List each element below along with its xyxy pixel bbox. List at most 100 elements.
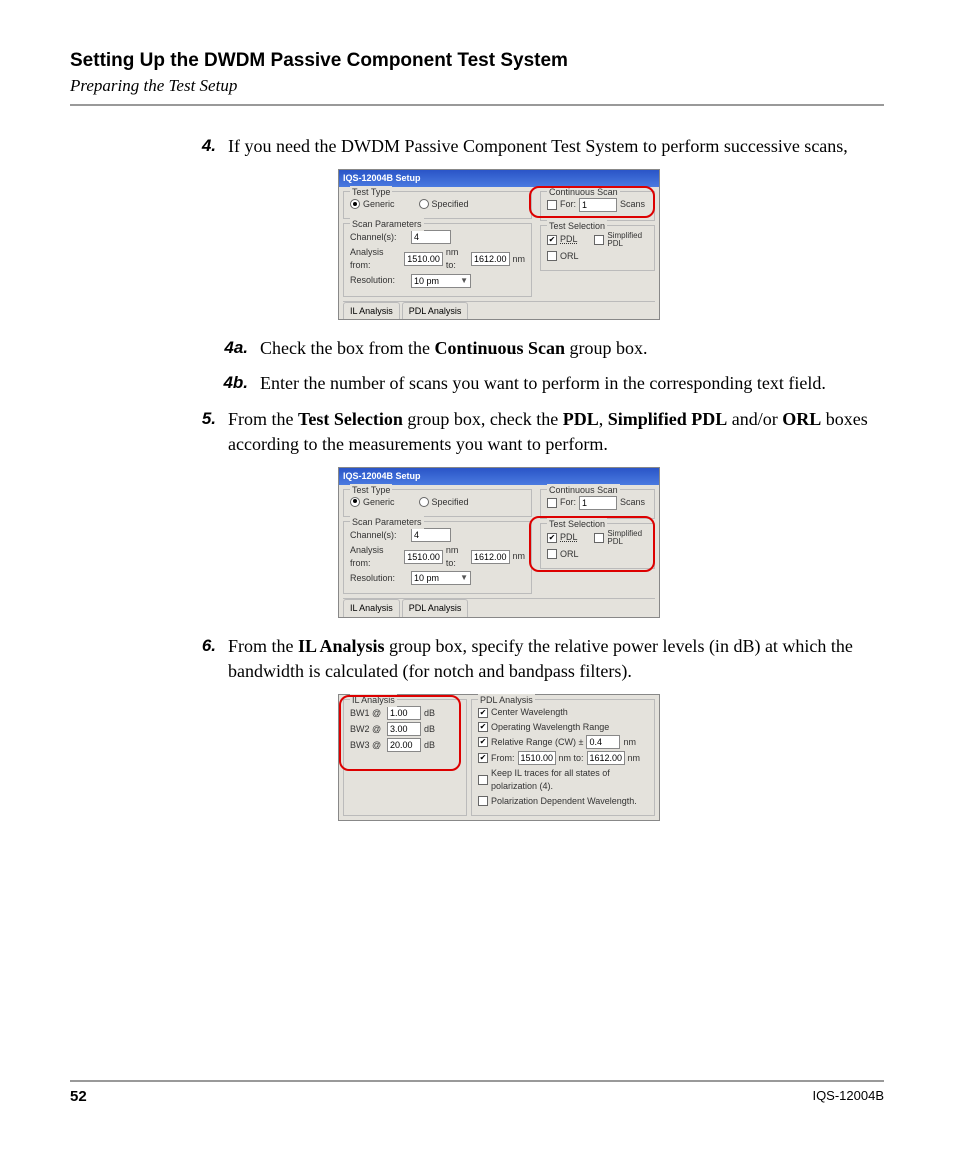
step-5: 5. From the Test Selection group box, ch… [180, 407, 884, 457]
scans-input[interactable]: 1 [579, 496, 617, 510]
group-label: Test Selection [547, 518, 607, 531]
unit-label: nm [628, 752, 641, 765]
bold-text: Test Selection [298, 409, 403, 429]
orl-checkbox[interactable] [547, 251, 557, 261]
bold-text: Continuous Scan [434, 338, 565, 358]
relative-range-input[interactable]: 0.4 [586, 735, 620, 749]
scans-input[interactable]: 1 [579, 198, 617, 212]
setup-window: IQS-12004B Setup Test Type Generic Speci… [338, 467, 660, 618]
for-checkbox[interactable] [547, 498, 557, 508]
radio-label: Generic [363, 496, 395, 509]
resolution-select[interactable]: 10 pm ▼ [411, 571, 471, 585]
page: Setting Up the DWDM Passive Component Te… [0, 0, 954, 1159]
radio-label: Generic [363, 198, 395, 211]
step-6: 6. From the IL Analysis group box, speci… [180, 634, 884, 684]
analysis-tabs: IL Analysis PDL Analysis [343, 598, 655, 617]
center-wavelength-checkbox[interactable] [478, 708, 488, 718]
section-subtitle: Preparing the Test Setup [70, 76, 884, 96]
checkbox-label: Polarization Dependent Wavelength. [491, 795, 637, 808]
checkbox-label: Simplified PDL [607, 232, 648, 248]
continuous-scan-group: Continuous Scan For: 1 Scans [540, 191, 655, 221]
simplified-pdl-checkbox[interactable] [594, 533, 604, 543]
tab-il[interactable]: IL Analysis [343, 599, 400, 617]
tab-pdl[interactable]: PDL Analysis [402, 599, 469, 617]
step-body: If you need the DWDM Passive Component T… [228, 134, 884, 159]
unit-label: nm [513, 550, 526, 563]
from-input[interactable]: 1510.00 [404, 550, 443, 564]
radio-generic[interactable] [350, 199, 360, 209]
pdl-checkbox[interactable] [547, 533, 557, 543]
unit-label: Scans [620, 496, 645, 509]
orl-checkbox[interactable] [547, 549, 557, 559]
channels-input[interactable]: 4 [411, 528, 451, 542]
pdw-checkbox[interactable] [478, 796, 488, 806]
channels-input[interactable]: 4 [411, 230, 451, 244]
text: group box, check the [403, 409, 563, 429]
continuous-scan-group: Continuous Scan For: 1 Scans [540, 489, 655, 519]
checkbox-label: PDL [560, 531, 578, 544]
radio-specified[interactable] [419, 497, 429, 507]
model-number: IQS-12004B [812, 1088, 884, 1105]
checkbox-label: ORL [560, 548, 579, 561]
from-input[interactable]: 1510.00 [518, 751, 556, 765]
bw3-input[interactable]: 20.00 [387, 738, 421, 752]
to-input[interactable]: 1612.00 [587, 751, 625, 765]
tab-pdl[interactable]: PDL Analysis [402, 302, 469, 320]
pdl-checkbox[interactable] [547, 235, 557, 245]
checkbox-label: Simplified PDL [607, 530, 648, 546]
step-4a: 4a. Check the box from the Continuous Sc… [180, 336, 884, 361]
for-checkbox[interactable] [547, 200, 557, 210]
bw1-input[interactable]: 1.00 [387, 706, 421, 720]
keep-il-checkbox[interactable] [478, 775, 488, 785]
owr-checkbox[interactable] [478, 722, 488, 732]
group-label: Continuous Scan [547, 186, 620, 199]
test-selection-group: Test Selection PDL Simplified PDL ORL [540, 225, 655, 272]
from-checkbox[interactable] [478, 753, 488, 763]
text: From the [228, 636, 298, 656]
group-label: Test Selection [547, 220, 607, 233]
radio-label: Specified [432, 198, 469, 211]
scan-parameters-group: Scan Parameters Channel(s): 4 Analysis f… [343, 223, 532, 296]
from-input[interactable]: 1510.00 [404, 252, 443, 266]
unit-label: Scans [620, 198, 645, 211]
field-label: Analysis from: [350, 544, 401, 569]
window-titlebar: IQS-12004B Setup [339, 170, 659, 187]
field-label: BW3 @ [350, 739, 384, 752]
text: From the [228, 409, 298, 429]
unit-label: nm to: [446, 544, 468, 569]
unit-label: dB [424, 739, 435, 752]
text: and/or [727, 409, 782, 429]
tab-il[interactable]: IL Analysis [343, 302, 400, 320]
chevron-down-icon: ▼ [460, 572, 468, 584]
bw2-input[interactable]: 3.00 [387, 722, 421, 736]
group-label: Scan Parameters [350, 516, 424, 529]
resolution-select[interactable]: 10 pm ▼ [411, 274, 471, 288]
radio-generic[interactable] [350, 497, 360, 507]
text: group box. [565, 338, 648, 358]
field-label: Resolution: [350, 572, 408, 585]
page-number: 52 [70, 1088, 87, 1105]
radio-specified[interactable] [419, 199, 429, 209]
bold-text: IL Analysis [298, 636, 385, 656]
field-label: Channel(s): [350, 231, 408, 244]
step-body: From the Test Selection group box, check… [228, 407, 884, 457]
to-input[interactable]: 1612.00 [471, 550, 510, 564]
steps-list: 4. If you need the DWDM Passive Componen… [180, 134, 884, 821]
analysis-panel: IL Analysis BW1 @ 1.00 dB BW2 @ 3.00 dB … [338, 694, 660, 821]
unit-label: nm [623, 736, 636, 749]
chevron-down-icon: ▼ [460, 275, 468, 287]
figure-1: IQS-12004B Setup Test Type Generic Speci… [338, 169, 884, 320]
to-input[interactable]: 1612.00 [471, 252, 510, 266]
field-label: Resolution: [350, 274, 408, 287]
unit-label: nm to: [559, 752, 584, 765]
group-label: Test Type [350, 186, 392, 199]
header-rule [70, 104, 884, 106]
unit-label: dB [424, 723, 435, 736]
section-title: Setting Up the DWDM Passive Component Te… [70, 50, 884, 72]
page-footer: 52 IQS-12004B [70, 1080, 884, 1105]
relative-range-checkbox[interactable] [478, 737, 488, 747]
bold-text: ORL [782, 409, 821, 429]
test-type-group: Test Type Generic Specified [343, 489, 532, 518]
group-label: PDL Analysis [478, 694, 535, 707]
simplified-pdl-checkbox[interactable] [594, 235, 604, 245]
